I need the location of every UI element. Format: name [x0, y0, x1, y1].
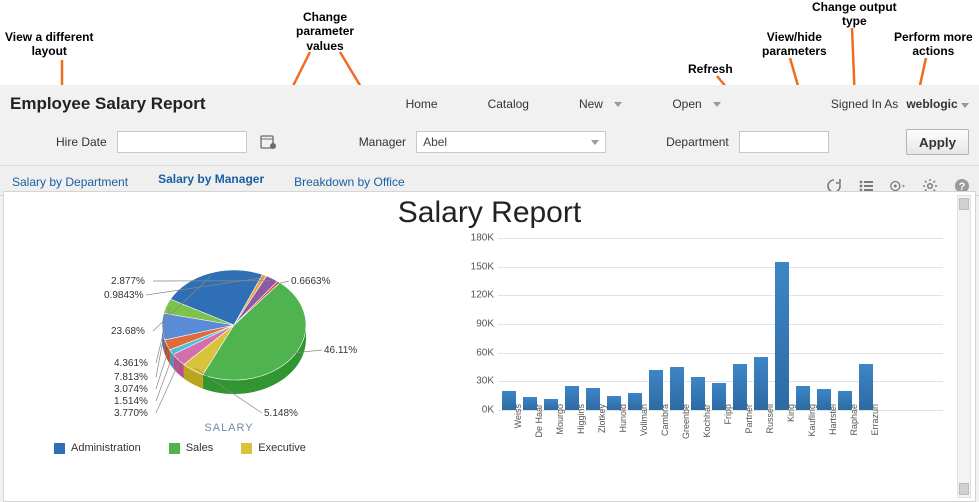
nav-open[interactable]: Open	[672, 97, 721, 111]
x-tick-label: Weiss	[513, 404, 523, 428]
x-tick-label: Kaufling	[807, 404, 817, 437]
pie-slice-label: 23.68%	[111, 326, 145, 337]
x-tick-label: Vollman	[639, 404, 649, 436]
annot-layout: View a different layout	[5, 30, 93, 59]
pie-slice-label: 0.6663%	[291, 276, 330, 287]
title-bar: Employee Salary Report Home Catalog New …	[0, 85, 979, 123]
chevron-down-icon	[591, 140, 599, 145]
bar	[754, 357, 768, 410]
manager-label: Manager	[359, 135, 406, 149]
x-tick-label: Higgins	[576, 404, 586, 434]
nav-catalog[interactable]: Catalog	[488, 97, 529, 111]
x-tick-label: Kochhar	[702, 404, 712, 438]
y-tick-label: 180K	[454, 233, 494, 244]
x-tick-label: Greenbe	[681, 404, 691, 439]
legend-exec: Executive	[241, 442, 306, 454]
annot-viewhide: View/hide parameters	[762, 30, 827, 59]
current-user[interactable]: weblogic	[906, 97, 969, 111]
x-tick-label: Hunold	[618, 404, 628, 433]
calendar-icon[interactable]	[257, 131, 279, 153]
y-tick-label: 60K	[454, 347, 494, 358]
pie-slice-label: 3.074%	[114, 384, 148, 395]
y-tick-label: 30K	[454, 376, 494, 387]
hire-date-input[interactable]	[117, 131, 247, 153]
x-tick-label: Hartstei	[828, 404, 838, 435]
annot-params: Change parameter values	[296, 10, 354, 53]
parameter-bar: Hire Date Manager Abel Department Apply	[0, 123, 979, 166]
pie-chart-canvas	[154, 255, 314, 405]
pie-slice-label: 4.361%	[114, 358, 148, 369]
x-tick-label: Partner	[744, 404, 754, 434]
x-tick-label: Mourgo	[555, 404, 565, 435]
chevron-down-icon	[961, 103, 969, 108]
department-input[interactable]	[739, 131, 829, 153]
signed-in-as: Signed In As weblogic	[831, 97, 969, 111]
legend-admin: Administration	[54, 442, 141, 454]
x-tick-label: Raphae	[849, 404, 859, 436]
top-nav: Home Catalog New Open	[236, 97, 821, 111]
report-title: Employee Salary Report	[10, 94, 206, 114]
bar-chart: 0K 30K 60K 90K 120K 150K 180K Weiss De Haar Mourg…	[454, 230, 965, 456]
pie-chart: 46.11% 5.148% 3.770%1.514%3.074%7.813% 4.36…	[14, 230, 444, 456]
y-tick-label: 0K	[454, 405, 494, 416]
hire-date-label: Hire Date	[56, 135, 107, 149]
department-label: Department	[666, 135, 729, 149]
y-tick-label: 150K	[454, 261, 494, 272]
pie-slice-label: 3.770%	[114, 408, 148, 419]
y-tick-label: 90K	[454, 319, 494, 330]
report-content: Salary Report 46.11% 5.148% 3.770%1.514%3.…	[3, 191, 976, 502]
nav-new[interactable]: New	[579, 97, 622, 111]
manager-select[interactable]: Abel	[416, 131, 606, 153]
pie-slice-label: 0.9843%	[104, 290, 143, 301]
annot-output: Change output type	[812, 0, 897, 29]
pie-slice-label: 46.11%	[324, 345, 357, 356]
annot-refresh: Refresh	[688, 62, 733, 76]
x-tick-label: King	[786, 404, 796, 422]
chevron-down-icon	[713, 102, 721, 107]
x-tick-label: Zlotkey	[597, 404, 607, 433]
x-tick-label: Fripp	[723, 404, 733, 425]
nav-home[interactable]: Home	[406, 97, 438, 111]
apply-button[interactable]: Apply	[906, 129, 969, 155]
bar	[775, 262, 789, 410]
chart-title: Salary Report	[4, 196, 975, 230]
x-tick-label: De Haar	[534, 404, 544, 438]
y-tick-label: 120K	[454, 290, 494, 301]
pie-slice-label: 5.148%	[264, 408, 298, 419]
x-tick-label: Cambra	[660, 404, 670, 436]
pie-axis-title: SALARY	[14, 422, 444, 434]
app-window: Employee Salary Report Home Catalog New …	[0, 85, 979, 502]
chevron-down-icon	[614, 102, 622, 107]
pie-slice-label: 2.877%	[111, 276, 145, 287]
pie-legend: Administration Sales Executive	[14, 434, 444, 456]
legend-sales: Sales	[169, 442, 214, 454]
x-tick-label: Russell	[765, 404, 775, 434]
x-tick-label: Errazuri	[870, 404, 880, 436]
pie-slice-label: 1.514%	[114, 396, 148, 407]
annot-more: Perform more actions	[894, 30, 973, 59]
pie-slice-label: 7.813%	[114, 372, 148, 383]
